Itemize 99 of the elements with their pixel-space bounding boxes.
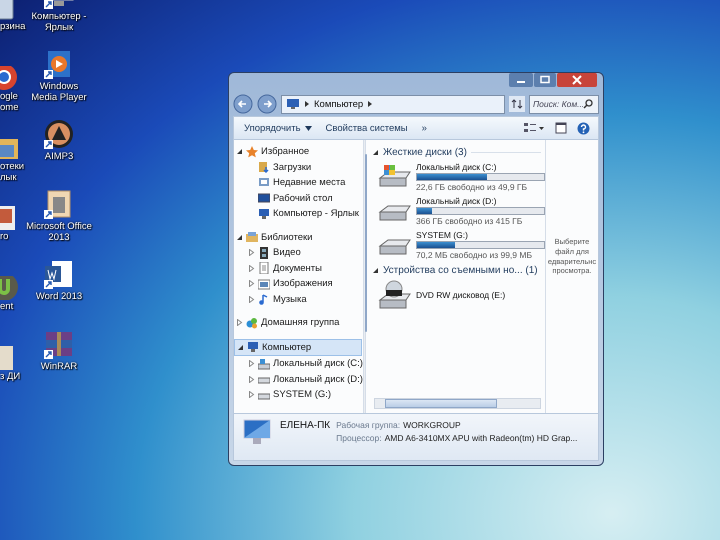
- collapsed-arrow-icon[interactable]: [236, 319, 243, 326]
- help-icon[interactable]: [577, 122, 590, 134]
- sidebar-item[interactable]: Библиотеки: [234, 230, 363, 245]
- homegroup-icon: [246, 316, 258, 329]
- sidebar-item[interactable]: Изображения: [234, 276, 363, 292]
- sidebar-item[interactable]: Избранное: [234, 144, 363, 160]
- system-properties-button[interactable]: Свойства системы: [324, 120, 410, 136]
- drive-name: Локальный диск (C:): [416, 162, 498, 172]
- desktop-icon[interactable]: Windows Media Player: [26, 48, 92, 104]
- desktop-icon[interactable]: Компьютер - Ярлык: [26, 0, 92, 34]
- sidebar-item[interactable]: Недавние места: [234, 175, 363, 190]
- music-note-icon: [258, 293, 270, 306]
- search-field[interactable]: Поиск: Ком...: [533, 99, 583, 109]
- detail-value: AMD A6-3410MX APU with Radeon(tm) HD Grap...: [384, 433, 578, 443]
- maximize-button[interactable]: [534, 73, 556, 87]
- scroll-thumb[interactable]: [364, 154, 367, 332]
- search-box[interactable]: Поиск: Ком...: [529, 94, 599, 114]
- library-icon: [246, 231, 258, 244]
- drive-name: SYSTEM (G:): [416, 230, 469, 240]
- round-logo-icon: [0, 66, 20, 90]
- group-header[interactable]: Жесткие диски (3): [372, 144, 541, 160]
- scroll-thumb[interactable]: [385, 399, 497, 408]
- view-options-icon[interactable]: [523, 122, 545, 134]
- collapsed-arrow-icon[interactable]: [248, 360, 255, 368]
- film-icon: [258, 246, 270, 259]
- minimize-button[interactable]: [509, 73, 533, 87]
- more-button[interactable]: »: [420, 120, 429, 136]
- collapsed-arrow-icon[interactable]: [248, 280, 255, 288]
- document-icon: [258, 262, 270, 274]
- desktop-icon[interactable]: WinRAR: [26, 328, 92, 373]
- collapsed-arrow-icon[interactable]: [248, 249, 255, 256]
- computer-name: ЕЛЕНА-ПК: [280, 420, 330, 431]
- star-icon: [246, 146, 258, 158]
- free-space-text: 22,6 ГБ свободно из 49,9 ГБ: [416, 182, 528, 192]
- desktop-icon[interactable]: ogle ome: [0, 66, 28, 114]
- detail-label: Рабочая группа:: [336, 420, 400, 430]
- sidebar-item[interactable]: Загрузки: [234, 160, 363, 175]
- desktop-icon[interactable]: AIMP3: [26, 118, 92, 163]
- expanded-arrow-icon[interactable]: [236, 234, 243, 241]
- sidebar-item[interactable]: Документы: [234, 260, 363, 276]
- collapsed-arrow-icon[interactable]: [248, 391, 255, 398]
- horizontal-scrollbar[interactable]: [374, 398, 541, 409]
- chevron-icon: [367, 100, 374, 108]
- back-button[interactable]: [233, 94, 253, 114]
- drive-name: Локальный диск (D:): [416, 196, 498, 206]
- drive-name: DVD RW дисковод (E:): [416, 290, 506, 300]
- free-space-text: 366 ГБ свободно из 415 ГБ: [416, 216, 524, 226]
- sidebar-item[interactable]: Рабочий стол: [234, 190, 363, 206]
- drive-item[interactable]: Локальный диск (C:) 22,6 ГБ свободно из 49,9 ГБ: [372, 160, 545, 194]
- sidebar-item[interactable]: Музыка: [234, 292, 363, 307]
- desktop-icon[interactable]: рзина: [0, 0, 28, 33]
- desktop-icon[interactable]: ent: [0, 276, 28, 313]
- round-logo-icon: [0, 276, 20, 300]
- drive-item[interactable]: DVD RW дисковод (E:): [372, 278, 545, 312]
- collapsed-arrow-icon[interactable]: [248, 296, 255, 303]
- desktop-icon: [258, 192, 270, 204]
- desktop-icon[interactable]: отеки лык: [0, 136, 28, 184]
- sidebar-item[interactable]: Локальный диск (C:): [234, 356, 363, 372]
- organize-button[interactable]: Упорядочить: [242, 120, 314, 136]
- sidebar-item[interactable]: Компьютер: [234, 338, 362, 356]
- free-space-text: 70,2 МБ свободно из 99,9 МБ: [416, 250, 534, 260]
- drive-icon: [258, 358, 270, 370]
- expanded-arrow-icon[interactable]: [236, 148, 243, 156]
- desktop-icon[interactable]: Microsoft Office 2013: [26, 188, 92, 244]
- computer-icon: [286, 98, 300, 110]
- chevron-icon: [304, 100, 310, 108]
- preview-pane-icon[interactable]: [555, 122, 567, 134]
- collapsed-arrow-icon[interactable]: [248, 376, 255, 383]
- dvd-drive-icon: [378, 280, 412, 310]
- search-icon: [583, 99, 593, 109]
- recent-places-icon: [258, 176, 270, 189]
- sidebar-item[interactable]: SYSTEM (G:): [234, 387, 363, 402]
- detail-value: WORKGROUP: [403, 420, 461, 430]
- close-button[interactable]: [557, 73, 597, 87]
- sidebar-item[interactable]: Локальный диск (D:): [234, 372, 363, 387]
- expanded-arrow-icon: [372, 148, 379, 156]
- expanded-arrow-icon: [372, 266, 379, 274]
- sidebar-item[interactable]: Компьютер - Ярлык: [234, 206, 363, 222]
- detail-label: Процессор:: [336, 433, 382, 443]
- address-bar[interactable]: Компьютер: [281, 94, 505, 114]
- sidebar-item[interactable]: Домашняя группа: [234, 315, 363, 330]
- refresh-button[interactable]: [509, 96, 525, 112]
- forward-button[interactable]: [257, 94, 277, 114]
- desktop-icon[interactable]: Word 2013: [26, 258, 92, 303]
- sidebar-item[interactable]: Видео: [234, 245, 363, 260]
- caret-icon: [304, 126, 312, 130]
- vertical-scrollbar[interactable]: [362, 140, 365, 413]
- computer-icon: [247, 341, 259, 354]
- collapsed-arrow-icon[interactable]: [248, 264, 255, 272]
- drive-item[interactable]: Локальный диск (D:) 366 ГБ свободно из 415 ГБ: [372, 194, 545, 228]
- expanded-arrow-icon[interactable]: [237, 344, 244, 351]
- desktop-icon[interactable]: ro: [0, 206, 28, 243]
- triangle-logo-icon: [42, 118, 76, 150]
- drive-item[interactable]: SYSTEM (G:) 70,2 МБ свободно из 99,9 МБ: [372, 228, 545, 262]
- group-header[interactable]: Устройства со съемными но... (1): [372, 262, 541, 278]
- computer-icon: [258, 208, 270, 220]
- desktop-icon[interactable]: з ДИ: [0, 346, 28, 383]
- address-text: Компьютер: [314, 98, 364, 110]
- picture-icon: [258, 278, 270, 290]
